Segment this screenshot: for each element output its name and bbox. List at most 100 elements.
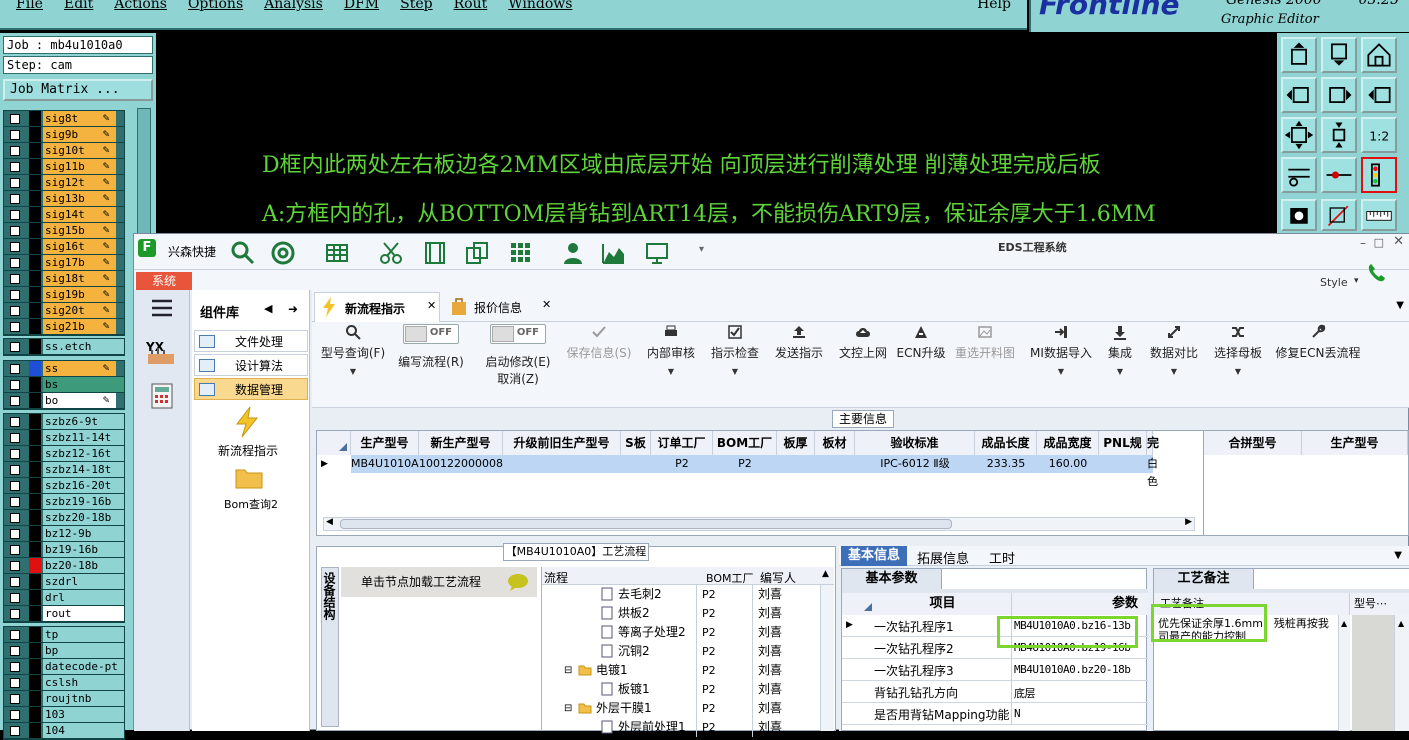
select-mother-button[interactable]: 选择母板 ▼: [1208, 324, 1268, 404]
tool-up-icon[interactable]: [1281, 37, 1317, 73]
scroll-left-icon[interactable]: ◀: [326, 517, 333, 527]
tool-measure-icon[interactable]: [1321, 157, 1357, 193]
layer-checkbox[interactable]: [10, 560, 20, 571]
layer-checkbox[interactable]: [10, 145, 20, 156]
menu-help[interactable]: Help: [977, 0, 1011, 12]
layer-checkbox[interactable]: [10, 464, 20, 475]
complib-data-management[interactable]: 数据管理: [194, 378, 308, 400]
layer-checkbox[interactable]: [10, 129, 20, 140]
layer-row-ss.etch[interactable]: ss.etch: [4, 339, 124, 355]
grid-cell-9[interactable]: 233.35: [975, 455, 1037, 473]
param-row[interactable]: 是否用背钻Mapping功能 N: [842, 703, 1148, 725]
tool-flip-icon[interactable]: [1361, 77, 1397, 113]
layer-checkbox[interactable]: [10, 225, 20, 236]
param-value[interactable]: 底层: [1014, 685, 1036, 701]
grid-cell-8[interactable]: IPC-6012 Ⅱ级: [855, 455, 975, 473]
param-row[interactable]: 一次钻孔程序3 MB4U1010A0.bz20-18b: [842, 659, 1148, 681]
tool-ruler-icon[interactable]: [1361, 199, 1397, 231]
layer-row-szbz12-16t[interactable]: szbz12-16t: [4, 446, 124, 462]
layer-row-roujtnb[interactable]: roujtnb: [4, 691, 124, 707]
layer-row-sig18t[interactable]: sig18t ✎: [4, 271, 124, 287]
lifebuoy-icon[interactable]: [270, 240, 296, 266]
flow-row[interactable]: 外层前处理1 P2 刘喜: [542, 718, 834, 737]
grid-header-10[interactable]: 成品宽度: [1037, 431, 1099, 455]
yx-logo-icon[interactable]: YX: [144, 338, 180, 368]
grid-cell-3[interactable]: [621, 455, 651, 473]
quick-more-icon[interactable]: ▾: [699, 244, 704, 255]
layer-row-bz12-9b[interactable]: bz12-9b: [4, 526, 124, 542]
layer-checkbox[interactable]: [10, 209, 20, 220]
grid-header-6[interactable]: 板厚: [777, 431, 815, 455]
layer-checkbox[interactable]: [10, 592, 20, 603]
layer-checkbox[interactable]: [10, 576, 20, 587]
layer-row-szbz11-14t[interactable]: szbz11-14t: [4, 430, 124, 446]
layer-row-sig15b[interactable]: sig15b ✎: [4, 223, 124, 239]
data-compare-button[interactable]: 数据对比 ▼: [1144, 324, 1204, 404]
flow-row[interactable]: 沉铜2 P2 刘喜: [542, 642, 834, 661]
mi-import-button[interactable]: MI数据导入 ▼: [1026, 324, 1096, 404]
grid-cell-2[interactable]: [503, 455, 621, 473]
layer-row-datecode-pt[interactable]: datecode-pt: [4, 659, 124, 675]
send-instruction-button[interactable]: 发送指示: [768, 324, 830, 404]
complib-file-processing[interactable]: 文件处理: [194, 330, 308, 352]
flow-row[interactable]: 烘板2 P2 刘喜: [542, 604, 834, 623]
notes-tab[interactable]: 工艺备注: [1154, 569, 1254, 589]
search-icon[interactable]: [230, 240, 256, 266]
layer-row-sig14t[interactable]: sig14t ✎: [4, 207, 124, 223]
grid-cell-7[interactable]: [815, 455, 855, 473]
layer-checkbox[interactable]: [10, 305, 20, 316]
layer-checkbox[interactable]: [10, 512, 20, 523]
collapse-arrow-icon[interactable]: ◀: [264, 302, 272, 315]
flow-row[interactable]: ⊟ 外层干膜1 P2 刘喜: [542, 699, 834, 718]
tab-close-icon[interactable]: ✕: [427, 299, 436, 312]
param-row[interactable]: 背钻孔钻孔方向 底层: [842, 681, 1148, 703]
phone-icon[interactable]: [1366, 262, 1388, 284]
layer-row-szbz20-18b[interactable]: szbz20-18b: [4, 510, 124, 526]
tool-shrink-icon[interactable]: [1321, 117, 1357, 153]
grid-cell-10[interactable]: 160.00: [1037, 455, 1099, 473]
layer-row-bs[interactable]: bs: [4, 377, 124, 393]
lightning-icon[interactable]: [232, 406, 262, 438]
tool-down-icon[interactable]: [1321, 37, 1357, 73]
grid-header-0[interactable]: 生产型号: [351, 431, 419, 455]
notes-col2-scrollbar[interactable]: ▲: [1394, 615, 1409, 731]
calculator-icon[interactable]: [148, 382, 178, 412]
grid-cell-11[interactable]: [1099, 455, 1147, 473]
layer-checkbox[interactable]: [10, 416, 20, 427]
grid-header-8[interactable]: 验收标准: [855, 431, 975, 455]
tool-traffic-light-icon[interactable]: [1361, 157, 1397, 193]
tab-basic-info[interactable]: 基本信息: [841, 546, 907, 566]
table-icon[interactable]: [324, 240, 350, 266]
menu-actions[interactable]: Actions: [114, 0, 167, 12]
layer-row-sig16t[interactable]: sig16t ✎: [4, 239, 124, 255]
menu-edit[interactable]: Edit: [64, 0, 93, 12]
close-icon[interactable]: ✕: [1393, 234, 1404, 249]
layer-row-bo[interactable]: bo ✎: [4, 393, 124, 409]
tab-new-flow[interactable]: 新流程指示 ✕: [314, 292, 440, 322]
integrate-button[interactable]: 集成 ▼: [1100, 324, 1140, 404]
layer-row-sig10t[interactable]: sig10t ✎: [4, 143, 124, 159]
layer-row-szbz19-16b[interactable]: szbz19-16b: [4, 494, 124, 510]
layer-checkbox[interactable]: [10, 725, 20, 736]
layer-row-bz20-18b[interactable]: bz20-18b: [4, 558, 124, 574]
system-tab[interactable]: 系统: [136, 272, 192, 290]
layer-row-szbz16-20t[interactable]: szbz16-20t: [4, 478, 124, 494]
start-edit-toggle[interactable]: OFF 启动修改(E) 取消(Z): [476, 324, 560, 404]
job-matrix-button[interactable]: Job Matrix ...: [3, 79, 153, 101]
layer-row-sig12t[interactable]: sig12t ✎: [4, 175, 124, 191]
tool-draw-icon[interactable]: [1321, 199, 1357, 231]
scroll-right-icon[interactable]: ▶: [1185, 517, 1192, 527]
grid-cell-12[interactable]: 白色: [1147, 455, 1158, 488]
layer-checkbox[interactable]: [10, 629, 20, 640]
folder-icon[interactable]: [234, 464, 264, 490]
menu-windows[interactable]: Windows: [508, 0, 572, 12]
menu-step[interactable]: Step: [400, 0, 432, 12]
monitor-icon[interactable]: [644, 240, 670, 266]
style-dropdown-icon[interactable]: ▾: [1354, 276, 1359, 286]
layer-checkbox[interactable]: [10, 193, 20, 204]
new-flow-shortcut[interactable]: 新流程指示: [218, 442, 278, 459]
write-flow-toggle[interactable]: OFF 编写流程(R): [394, 324, 468, 404]
layer-row-rout[interactable]: rout: [4, 606, 124, 622]
film-icon[interactable]: [422, 240, 448, 266]
param-value[interactable]: MB4U1010A0.bz20-18b: [1014, 663, 1131, 676]
